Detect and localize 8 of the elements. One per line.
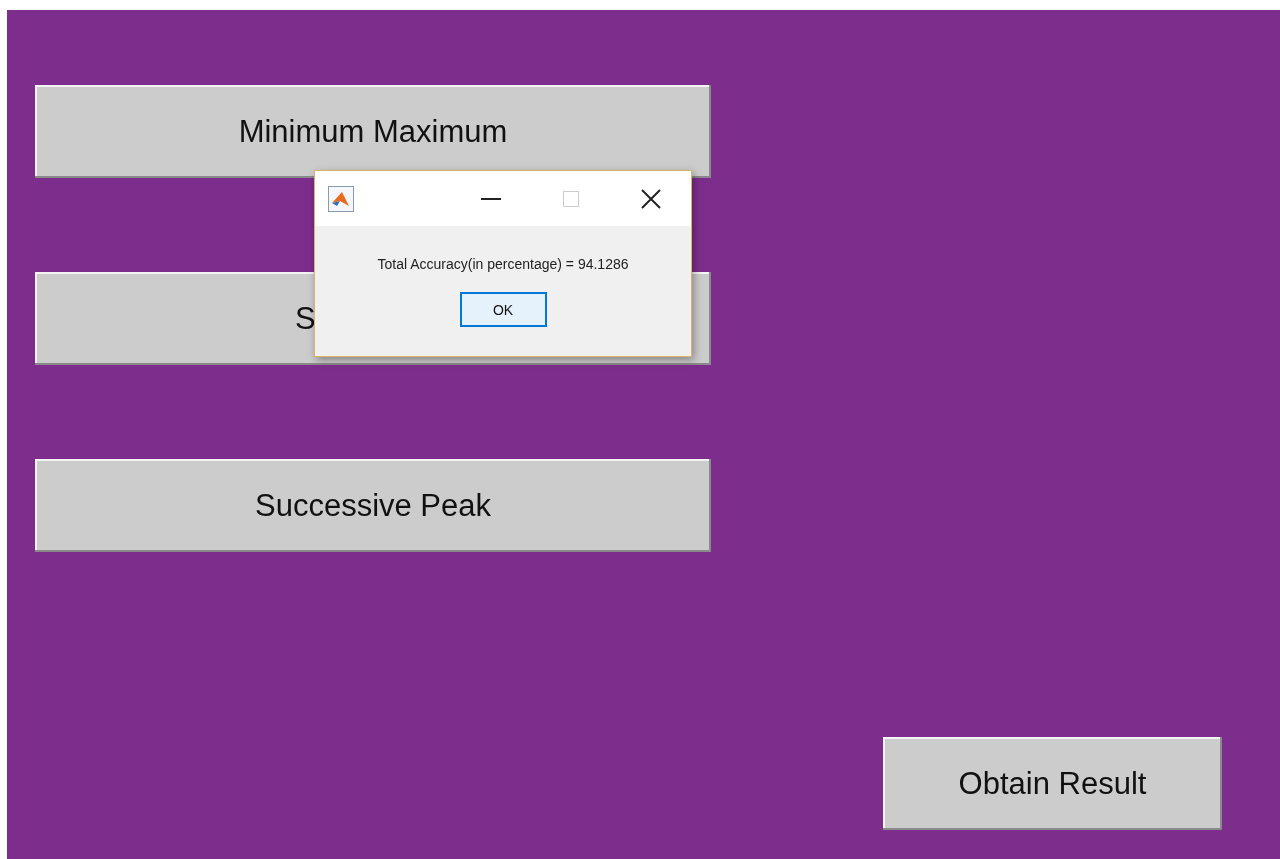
close-icon [641, 188, 661, 209]
dialog-message: Total Accuracy(in percentage) = 94.1286 [376, 256, 630, 272]
method-button[interactable]: Successive Peak [35, 459, 711, 552]
maximize-icon [563, 190, 579, 207]
ok-button[interactable]: OK [459, 292, 547, 327]
app-logo-icon [328, 185, 354, 212]
obtain-result-button[interactable]: Obtain Result [883, 737, 1222, 830]
method-button[interactable]: Minimum Maximum [35, 85, 711, 178]
